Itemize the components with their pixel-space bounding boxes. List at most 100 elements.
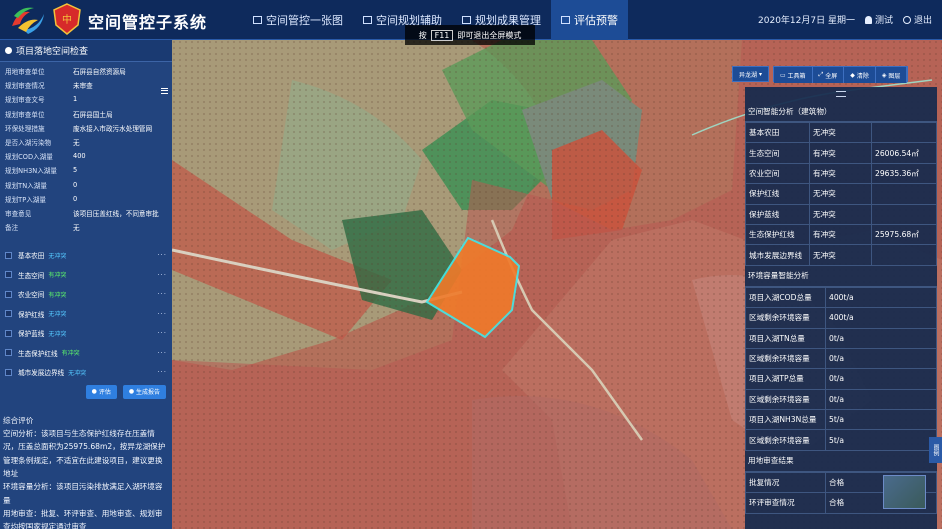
tool-group: ▭ 工具箱 ⤢ 全屏 ◆ 清除 ◈ 图层 [772,66,909,83]
info-row: 规划审查文号 1 [5,92,167,106]
clear-button[interactable]: ◆ 清除 [844,67,876,83]
status-badge: 有冲突 [48,291,67,299]
info-key: 规划审查文号 [5,96,45,105]
more-icon[interactable]: ··· [157,329,167,337]
info-value: 废水接入市政污水处理管网 [73,124,153,133]
app-root: { "app": {"title": "空间管控子系统"}, "nav": [ … [0,0,942,529]
toolbox-button[interactable]: ▭ 工具箱 [773,67,813,83]
info-value: 无 [73,139,80,148]
cell-item: 基本农田 [745,121,810,144]
info-key: 用地审查单位 [5,68,45,77]
cell-item: 生态空间 [745,142,810,164]
cell-value: 0t/a [825,327,937,349]
user-icon [864,16,872,24]
evaluate-button[interactable]: ● 评估 [85,384,117,399]
check-row-ecological-space: 生态空间 有冲突 ··· [0,265,172,285]
nav-label: 空间管控一张图 [266,14,343,27]
legend-tab[interactable]: 图例 [929,437,942,463]
cell-value: 0t/a [825,368,937,390]
info-key: 环保处理措施 [5,124,45,133]
info-value: 0 [73,194,78,203]
cell-area: 25975.68㎡ [871,223,937,246]
cell-status: 有冲突 [809,142,872,164]
info-value: 0 [73,180,78,189]
generate-report-button[interactable]: ● 生成报告 [122,384,166,399]
table-row: 项目入湖COD总量 400t/a [745,286,937,309]
check-label: 基本农田 [18,252,45,260]
hint-suffix: 即可退出全屏模式 [457,30,522,40]
cell-value: 5t/a [825,409,937,431]
user-menu[interactable]: 测试 [864,13,893,26]
table-row: 生态空间 有冲突 26006.54㎡ [745,142,937,164]
status-badge: 无冲突 [48,311,67,318]
more-icon[interactable]: ··· [157,349,167,357]
fullscreen-button[interactable]: ⤢ 全屏 [812,67,845,83]
cell-area [871,244,937,266]
more-icon[interactable]: ··· [157,251,167,259]
layer-checkbox[interactable] [5,271,12,278]
cell-area: 29635.36㎡ [871,162,937,185]
check-label: 生态保护红线 [18,349,58,358]
nav-label: 评估预警 [574,14,618,27]
cell-status: 有冲突 [809,162,872,185]
info-row: 规划NH3N入湖量 5 [5,163,167,177]
info-row: 规划审查情况 未审查 [5,78,167,92]
menu-icon[interactable] [161,88,168,94]
nav-evaluation-warning[interactable]: 评估预警 [551,0,628,40]
cell-item: 城市发展边界线 [745,244,810,266]
cell-status: 无冲突 [809,203,872,225]
f11-key: F11 [430,29,454,41]
layer-checkbox[interactable] [5,368,12,376]
cell-item: 环评审查情况 [745,492,826,514]
pin-icon: ● [128,388,136,396]
cell-item: 区域剩余环境容量 [745,388,826,411]
cell-item: 区域剩余环境容量 [745,429,826,451]
info-key: 备注 [5,224,19,233]
basemap-thumbnail[interactable] [883,475,926,509]
cell-value: 0t/a [825,388,937,411]
svg-text:中: 中 [62,13,72,26]
cell-status: 无冲突 [809,183,872,205]
cell-value: 0t/a [825,347,937,370]
env-capacity-table: 项目入湖COD总量 400t/a 区域剩余环境容量 400t/a 项目入湖TN总量 0… [745,286,937,451]
panel-toggle[interactable] [745,87,937,101]
caret-down-icon: ▾ [758,70,762,78]
info-row: 规划TN入湖量 0 [5,178,167,192]
table-row: 项目入湖TP总量 0t/a [745,368,937,390]
date-text: 2020年12月7日 星期一 [758,16,855,26]
cell-area [871,183,937,205]
lake-select[interactable]: 异龙湖 ▾ [732,66,769,82]
logout-button[interactable]: 退出 [902,13,932,26]
more-icon[interactable]: ··· [157,271,167,279]
toolbox-icon: ▭ [779,71,788,79]
section-env-capacity: 环境容量智能分析 [745,266,937,287]
layer-checkbox[interactable] [5,310,12,317]
status-badge: 有冲突 [61,350,80,357]
cell-item: 项目入湖TN总量 [745,327,826,349]
layer-checkbox[interactable] [5,349,12,356]
layers-button[interactable]: ◈ 图层 [875,67,908,83]
cell-item: 项目入湖TP总量 [745,368,826,390]
layer-checkbox[interactable] [5,329,12,337]
cell-status: 无冲突 [809,121,872,144]
user-name: 测试 [874,16,893,26]
cell-area: 26006.54㎡ [871,142,937,164]
check-row-agricultural-space: 农业空间 有冲突 ··· [0,284,172,304]
logo [12,7,44,34]
nav-spatial-control-map[interactable]: 空间管控一张图 [243,0,353,40]
info-row: 环保处理措施 废水接入市政污水处理管网 [5,121,167,135]
check-label: 农业空间 [18,291,45,299]
status-badge: 有冲突 [48,272,67,279]
cell-item: 保护红线 [745,183,810,205]
layer-checkbox[interactable] [5,290,12,298]
more-icon[interactable]: ··· [157,290,167,298]
more-icon[interactable]: ··· [157,368,167,376]
info-value: 无 [73,224,80,233]
expand-icon: ⤢ [818,71,826,78]
info-row: 审查意见 该项目压盖红线，不同意审批 [5,206,167,220]
overall-evaluation: 综合评价 空间分析：该项目与生态保护红线存在压盖情况，压盖总面积为25975.6… [3,415,166,529]
toolbox-label: 工具箱 [787,72,806,80]
more-icon[interactable]: ··· [157,310,167,318]
layer-checkbox[interactable] [5,251,12,259]
table-row: 项目入湖NH3N总量 5t/a [745,409,937,431]
